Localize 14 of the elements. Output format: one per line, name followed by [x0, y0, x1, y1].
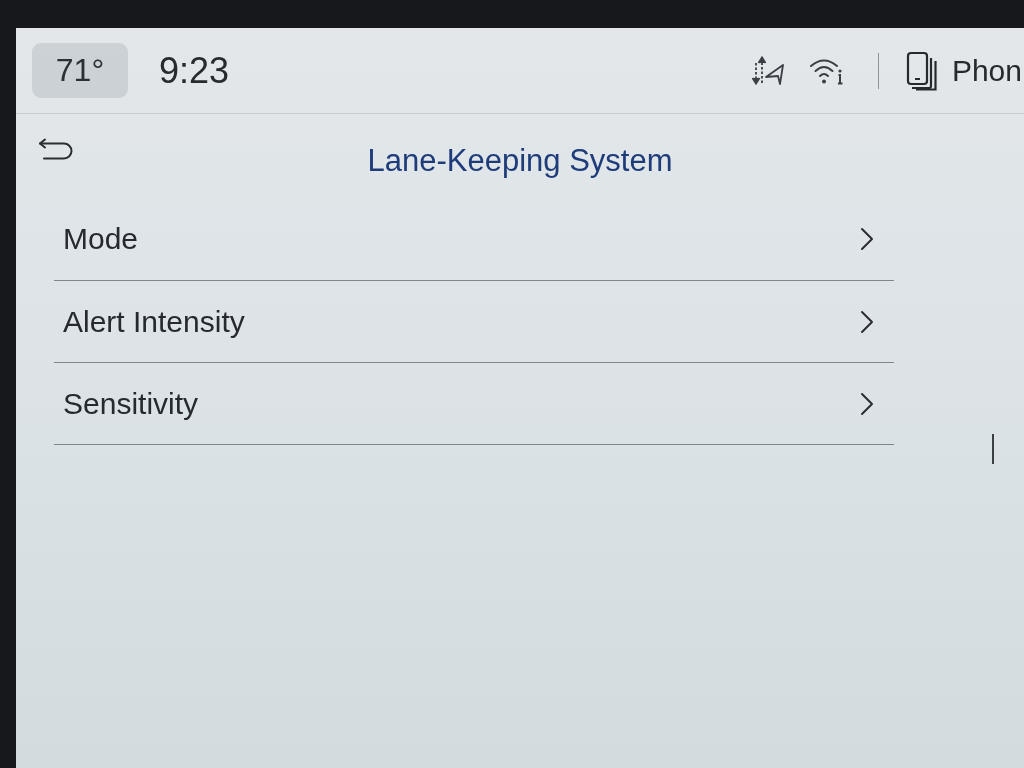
- chevron-right-icon: [860, 227, 874, 251]
- chevron-right-icon: [860, 309, 874, 334]
- back-icon[interactable]: [38, 138, 74, 160]
- menu-row[interactable]: Sensitivity: [54, 363, 894, 445]
- temperature-button[interactable]: 71°: [32, 43, 128, 98]
- data-navigation-icon: [750, 54, 785, 87]
- clock-time: 9:23: [159, 49, 230, 92]
- scroll-indicator: [992, 434, 994, 464]
- phone-icon: [905, 50, 938, 91]
- chevron-right-icon: [860, 391, 874, 416]
- menu-row[interactable]: Mode: [54, 198, 894, 281]
- screen-title: Lane-Keeping System: [366, 142, 674, 179]
- menu-row[interactable]: Alert Intensity: [54, 281, 894, 363]
- phone-button[interactable]: Phon: [905, 50, 1024, 91]
